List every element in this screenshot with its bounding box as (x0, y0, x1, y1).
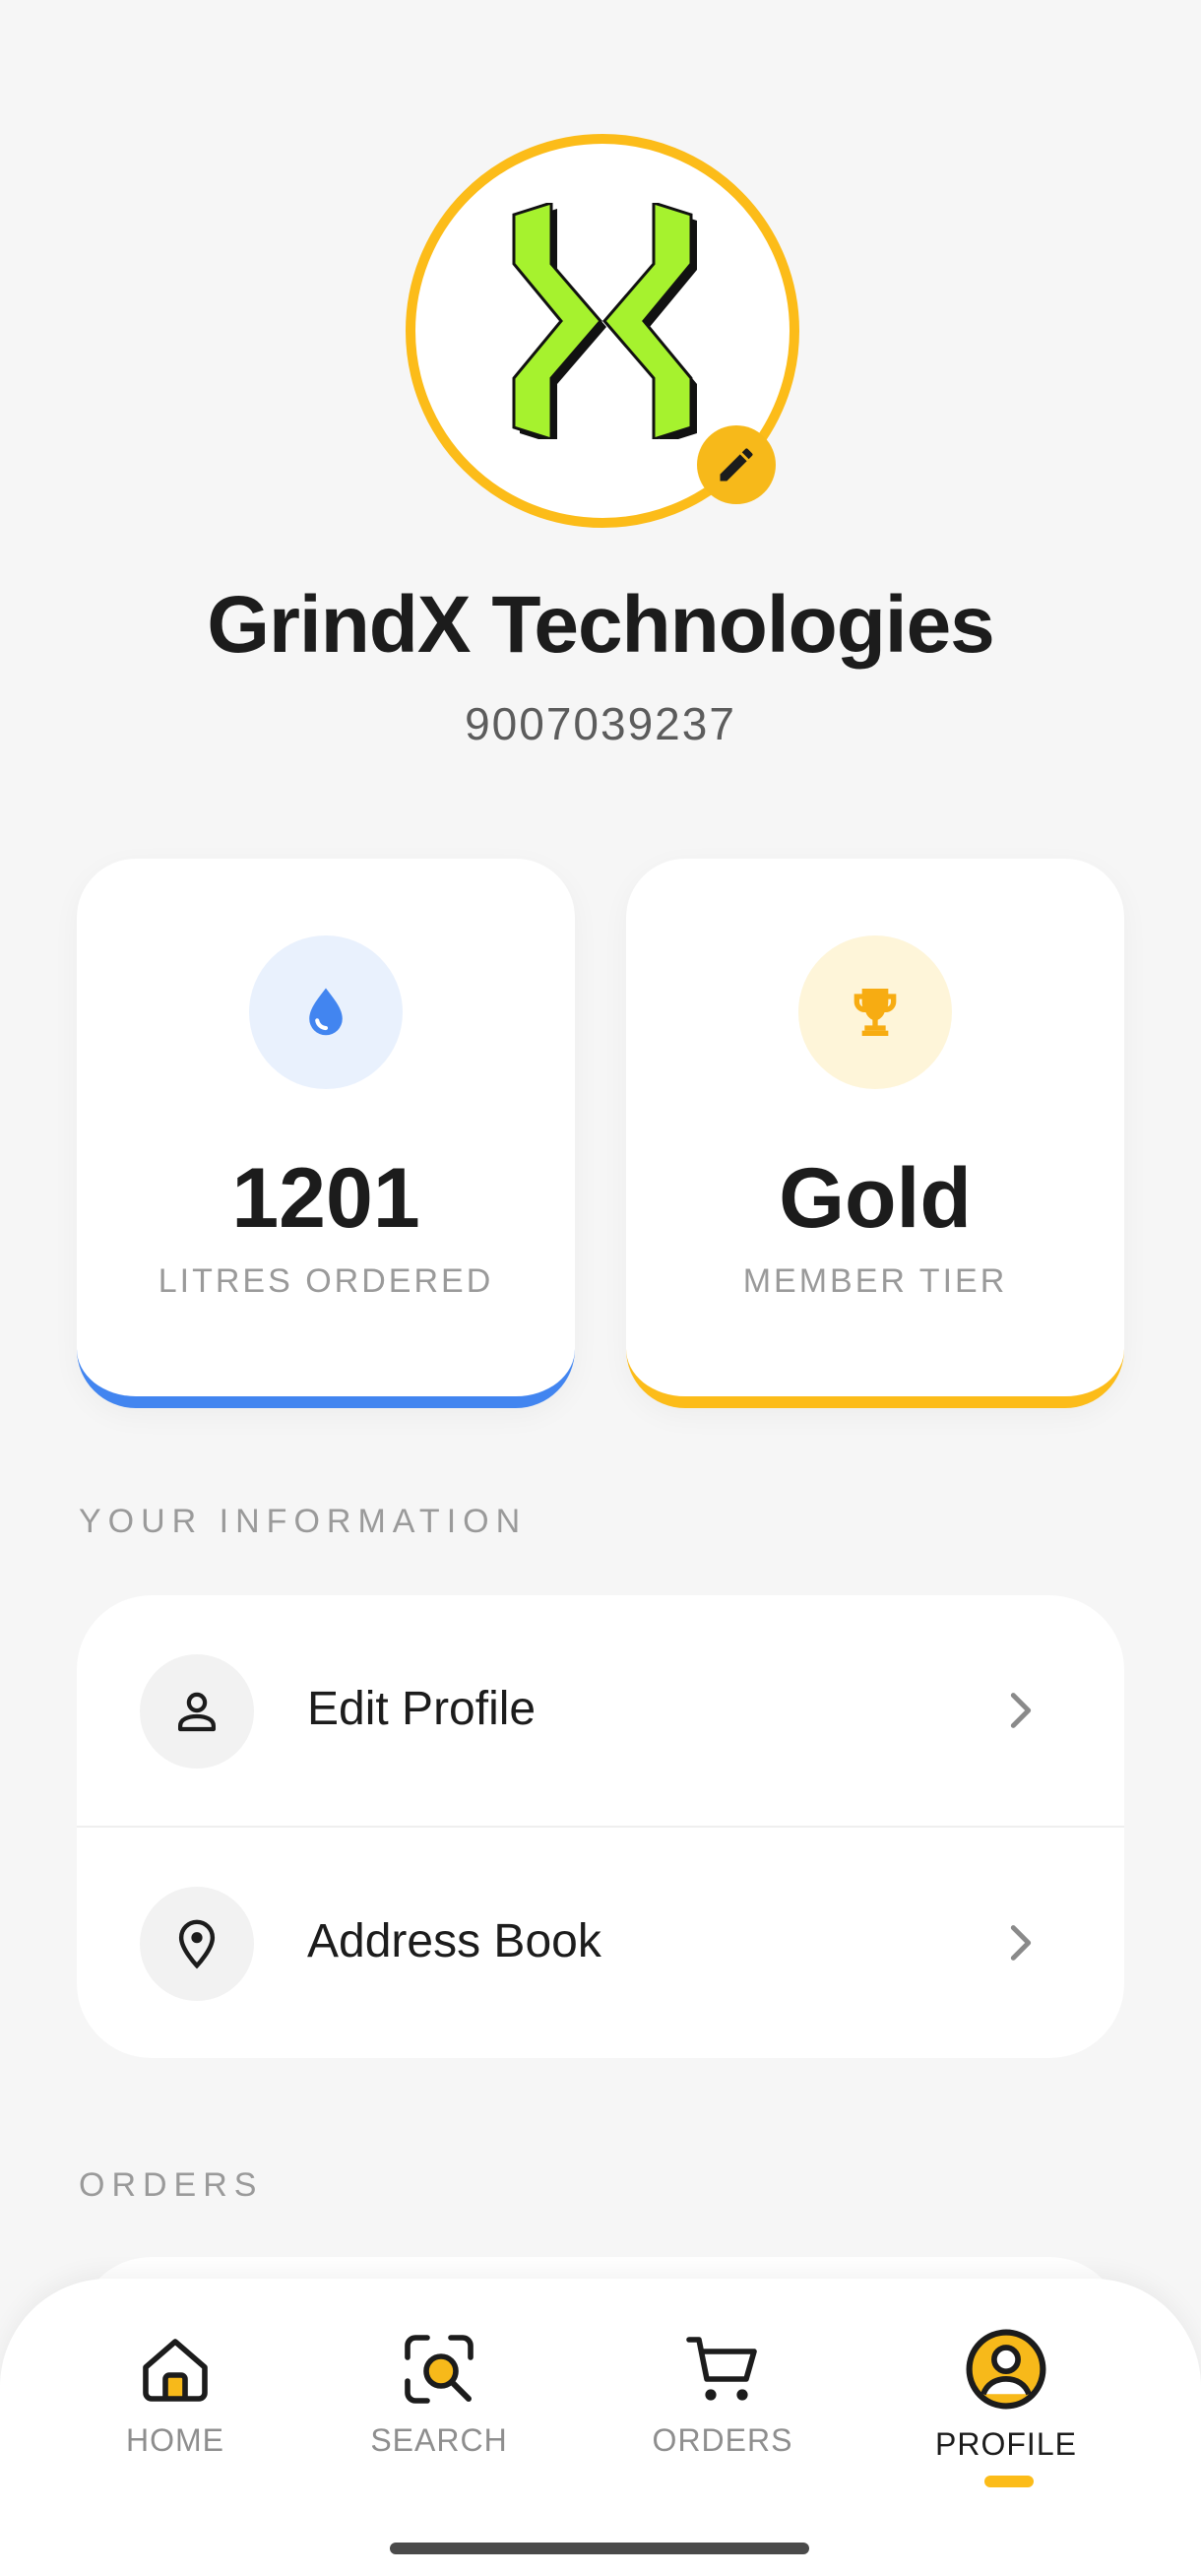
information-list: Edit Profile Address Book (77, 1595, 1124, 2058)
nav-profile-label: PROFILE (935, 2426, 1077, 2462)
trophy-icon-circle (798, 935, 952, 1089)
pencil-icon (720, 448, 753, 482)
litres-ordered-label: LITRES ORDERED (158, 1262, 494, 1300)
search-scan-icon (405, 2335, 474, 2404)
bottom-navigation: HOME SEARCH ORDERS PROFILE (0, 2279, 1201, 2576)
person-icon-circle (140, 1654, 254, 1769)
edit-profile-row[interactable]: Edit Profile (77, 1595, 1124, 1826)
nav-home[interactable]: HOME (77, 2330, 274, 2478)
chevron-right-icon (1010, 1693, 1032, 1728)
address-book-row[interactable]: Address Book (77, 1828, 1124, 2058)
member-tier-value: Gold (779, 1151, 972, 1246)
company-name: GrindX Technologies (207, 580, 995, 670)
cart-icon (686, 2337, 757, 2401)
litres-ordered-value: 1201 (231, 1151, 420, 1246)
nav-search[interactable]: SEARCH (341, 2330, 537, 2478)
your-information-heading: YOUR INFORMATION (79, 1503, 528, 1540)
profile-icon (966, 2329, 1046, 2410)
chevron-right-icon (1010, 1925, 1032, 1961)
water-drop-icon (309, 988, 343, 1036)
nav-search-label: SEARCH (370, 2422, 508, 2458)
person-icon (177, 1692, 217, 1732)
nav-orders-label: ORDERS (652, 2422, 793, 2458)
active-tab-indicator (984, 2476, 1034, 2487)
location-pin-icon-circle (140, 1887, 254, 2001)
member-tier-card: Gold MEMBER TIER (626, 859, 1124, 1408)
home-icon (143, 2339, 208, 2402)
edit-avatar-button[interactable] (697, 425, 776, 504)
member-tier-label: MEMBER TIER (742, 1262, 1008, 1300)
system-home-indicator[interactable] (390, 2543, 809, 2554)
grindx-x-logo (512, 203, 697, 439)
water-drop-icon-circle (249, 935, 403, 1089)
orders-heading: ORDERS (79, 2166, 264, 2204)
nav-home-label: HOME (126, 2422, 224, 2458)
trophy-icon (853, 989, 897, 1036)
address-book-label: Address Book (307, 1915, 601, 1967)
profile-avatar[interactable] (406, 134, 799, 528)
litres-ordered-card: 1201 LITRES ORDERED (77, 859, 575, 1408)
edit-profile-label: Edit Profile (307, 1683, 537, 1735)
nav-profile[interactable]: PROFILE (908, 2329, 1105, 2487)
nav-orders[interactable]: ORDERS (624, 2330, 821, 2478)
location-pin-icon (178, 1919, 216, 1969)
phone-number: 9007039237 (465, 698, 736, 749)
